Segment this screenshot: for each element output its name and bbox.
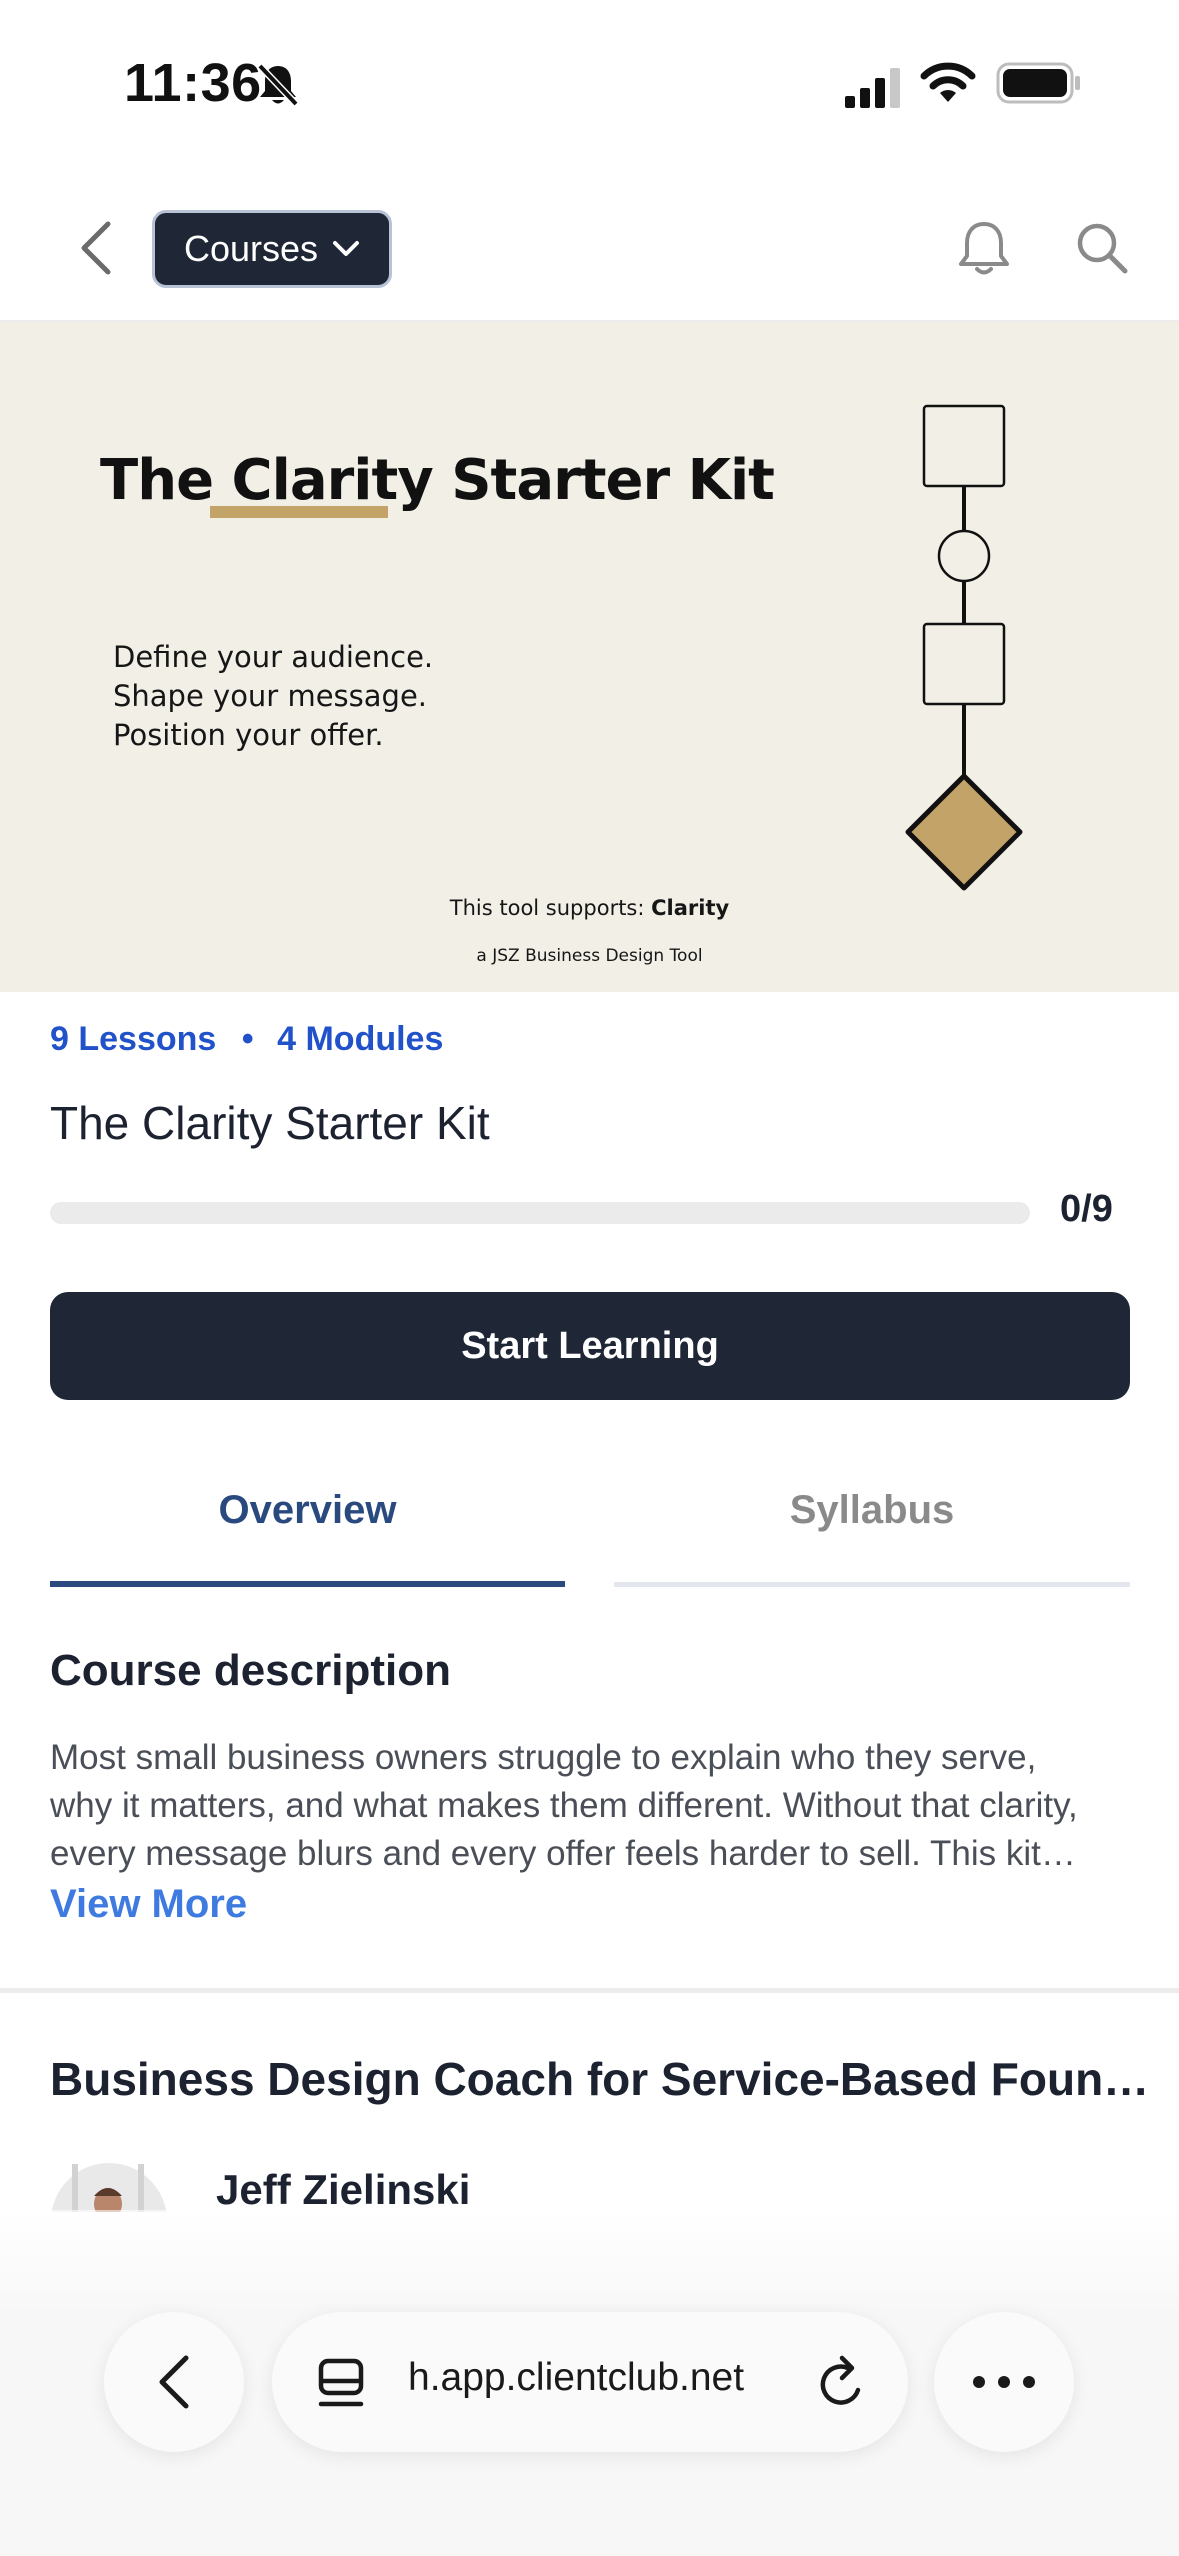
wifi-icon bbox=[920, 60, 976, 109]
hero-tool-credit: a JSZ Business Design Tool bbox=[476, 946, 703, 966]
course-progress-bar bbox=[50, 1202, 1030, 1224]
browser-more-button[interactable] bbox=[934, 2312, 1074, 2452]
course-description-heading: Course description bbox=[50, 1646, 451, 1695]
tab-syllabus-indicator bbox=[614, 1582, 1130, 1587]
course-title: The Clarity Starter Kit bbox=[50, 1097, 490, 1149]
search-button[interactable] bbox=[1074, 220, 1130, 281]
ellipsis-icon bbox=[973, 2376, 1035, 2388]
coach-name: Jeff Zielinski bbox=[216, 2166, 471, 2213]
chevron-down-icon bbox=[333, 241, 360, 256]
course-description-text: Most small business owners struggle to e… bbox=[50, 1738, 1078, 1873]
lesson-count: 9 Lessons bbox=[50, 1020, 217, 1058]
hero-line: Shape your message. bbox=[113, 679, 428, 713]
module-count: 4 Modules bbox=[277, 1020, 444, 1058]
reload-button[interactable] bbox=[814, 2352, 870, 2417]
view-more-link[interactable]: View More bbox=[50, 1882, 247, 1927]
search-icon bbox=[1077, 223, 1128, 274]
notifications-button[interactable] bbox=[954, 218, 1014, 285]
tab-syllabus[interactable]: Syllabus bbox=[614, 1488, 1130, 1533]
bell-icon bbox=[959, 222, 1009, 275]
start-learning-button[interactable]: Start Learning bbox=[50, 1292, 1130, 1400]
section-divider bbox=[0, 1988, 1179, 1993]
address-bar-url[interactable]: h.app.clientclub.net bbox=[408, 2356, 744, 2400]
tabs-icon[interactable] bbox=[316, 2356, 368, 2417]
hero-line: Define your audience. bbox=[113, 640, 434, 674]
courses-dropdown[interactable]: Courses bbox=[152, 210, 392, 288]
hero-title: The Clarity Starter Kit bbox=[100, 448, 775, 513]
hero-line: Position your offer. bbox=[113, 718, 384, 752]
bell-slash-icon bbox=[256, 62, 300, 113]
cellular-signal-icon bbox=[845, 68, 903, 113]
course-progress-text: 0/9 bbox=[1060, 1188, 1113, 1230]
battery-icon bbox=[996, 62, 1082, 109]
tab-overview[interactable]: Overview bbox=[50, 1488, 565, 1533]
hero-flow-diagram bbox=[900, 400, 1030, 905]
course-meta: 9 Lessons • 4 Modules bbox=[50, 1020, 443, 1059]
meta-separator: • bbox=[241, 1020, 254, 1058]
reload-icon bbox=[820, 2355, 861, 2405]
status-time: 11:36 bbox=[124, 53, 262, 113]
courses-dropdown-label: Courses bbox=[183, 228, 319, 269]
chevron-left-icon bbox=[81, 221, 111, 275]
back-button[interactable] bbox=[78, 220, 114, 281]
browser-back-button[interactable] bbox=[104, 2312, 244, 2452]
coach-heading: Business Design Coach for Service-Based … bbox=[50, 2053, 1150, 2105]
tab-overview-indicator bbox=[50, 1581, 565, 1587]
avatar bbox=[50, 2162, 168, 2212]
chevron-left-icon bbox=[159, 2355, 189, 2409]
